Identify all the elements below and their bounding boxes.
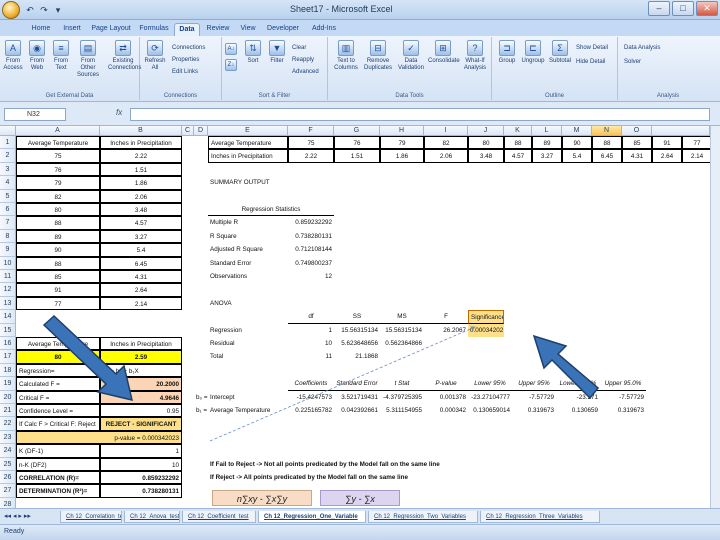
annotation-arrows	[42, 314, 600, 442]
arrow-to-significance-f	[532, 334, 600, 400]
excel-window: ↶ ↷ ▾ Sheet17 - Microsoft Excel – □ ✕ Ho…	[0, 0, 720, 540]
arrow-to-critical-f	[42, 314, 134, 402]
dashed-pointer-line	[209, 326, 476, 442]
